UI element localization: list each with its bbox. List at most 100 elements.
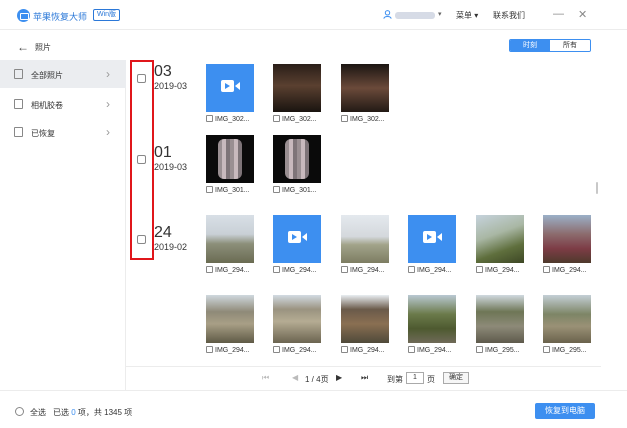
photo-thumbnail[interactable]	[273, 135, 321, 183]
select-all-radio[interactable]	[15, 407, 24, 416]
photo-thumbnail[interactable]	[273, 295, 321, 343]
photo-thumbnail[interactable]	[206, 215, 254, 263]
item-checkbox[interactable]	[273, 186, 280, 193]
win-version-badge: Win版	[93, 9, 121, 21]
app-logo-icon	[17, 9, 30, 22]
confirm-button[interactable]: 确定	[443, 372, 469, 384]
first-page-icon[interactable]: ⏮	[262, 373, 269, 383]
app-title: 苹果恢复大师	[33, 12, 88, 22]
video-icon	[221, 80, 234, 92]
title-bar: 苹果恢复大师 Win版 ▾ 菜单 ▾ 联系我们 — ✕	[0, 0, 627, 30]
filename: IMG_301...	[282, 187, 317, 194]
video-thumbnail[interactable]	[408, 215, 456, 263]
highlight-box	[130, 60, 154, 260]
filename: IMG_302...	[282, 116, 317, 123]
photo-thumbnail[interactable]	[476, 215, 524, 263]
sidebar-item-camera-roll[interactable]: 相机胶卷 ›	[0, 90, 126, 118]
footer: 全选 已选 0 项，共 1345 项 恢复到电脑	[0, 390, 627, 428]
photo-thumbnail[interactable]	[543, 295, 591, 343]
video-icon	[423, 231, 436, 243]
document-icon	[14, 69, 23, 79]
user-dropdown-icon[interactable]: ▾	[438, 10, 442, 18]
item-checkbox[interactable]	[476, 266, 483, 273]
filename: IMG_294...	[282, 347, 317, 354]
username-redacted[interactable]	[395, 12, 435, 19]
photo-thumbnail[interactable]	[206, 295, 254, 343]
item-checkbox[interactable]	[206, 115, 213, 122]
goto-label: 到第	[387, 375, 403, 384]
item-checkbox[interactable]	[273, 346, 280, 353]
thumbnail-caption: IMG_302...	[341, 115, 385, 123]
chevron-right-icon: ›	[106, 125, 110, 139]
photo-thumbnail[interactable]	[341, 64, 389, 112]
last-page-icon[interactable]: ⏭	[361, 373, 368, 383]
item-checkbox[interactable]	[341, 115, 348, 122]
photo-thumbnail[interactable]	[273, 64, 321, 112]
photo-thumbnail[interactable]	[206, 135, 254, 183]
blurred-face	[285, 139, 309, 179]
recover-to-computer-button[interactable]: 恢复到电脑	[535, 403, 595, 419]
thumbnail-caption: IMG_294...	[476, 266, 520, 274]
item-checkbox[interactable]	[408, 266, 415, 273]
sidebar-item-all-photos[interactable]: 全部照片 ›	[0, 60, 126, 88]
menu-button[interactable]: 菜单 ▾	[456, 10, 478, 21]
item-checkbox[interactable]	[476, 346, 483, 353]
tab-moments[interactable]: 时刻	[510, 40, 550, 51]
thumbnail-caption: IMG_294...	[408, 346, 452, 354]
page-input[interactable]: 1	[406, 372, 424, 384]
photo-thumbnail[interactable]	[341, 295, 389, 343]
photo-thumbnail[interactable]	[341, 215, 389, 263]
item-checkbox[interactable]	[408, 346, 415, 353]
group-month: 2019-02	[154, 242, 188, 252]
select-all-label[interactable]: 全选	[30, 407, 46, 418]
page-suffix: 页	[427, 375, 435, 384]
tab-all[interactable]: 所有	[550, 40, 590, 51]
page-info: 1 / 4页	[305, 375, 329, 384]
video-camera-icon	[235, 82, 240, 90]
pagination: ⏮ ◀ 1 / 4页 ▶ ⏭ 到第 1 页 确定	[126, 366, 601, 390]
prev-page-icon[interactable]: ◀	[292, 373, 298, 382]
next-page-icon[interactable]: ▶	[336, 373, 342, 382]
page-title: 照片	[35, 43, 51, 52]
filename: IMG_295...	[485, 347, 520, 354]
item-checkbox[interactable]	[543, 346, 550, 353]
sidebar-item-recovered[interactable]: 已恢复 ›	[0, 118, 126, 146]
minimize-button[interactable]: —	[553, 8, 564, 20]
contact-us-button[interactable]: 联系我们	[493, 10, 525, 21]
filename: IMG_294...	[215, 347, 250, 354]
close-button[interactable]: ✕	[578, 8, 587, 21]
item-checkbox[interactable]	[206, 186, 213, 193]
chevron-right-icon: ›	[106, 97, 110, 111]
chevron-right-icon: ›	[106, 67, 110, 81]
selected-suffix: 项，共 1345 项	[77, 408, 133, 417]
video-camera-icon	[302, 233, 307, 241]
group-day: 01	[154, 144, 172, 161]
item-checkbox[interactable]	[206, 266, 213, 273]
video-thumbnail[interactable]	[206, 64, 254, 112]
filename: IMG_294...	[215, 267, 250, 274]
group-day: 03	[154, 63, 172, 80]
user-icon[interactable]	[383, 10, 392, 19]
video-thumbnail[interactable]	[273, 215, 321, 263]
thumbnail-caption: IMG_294...	[341, 346, 385, 354]
blurred-face	[218, 139, 242, 179]
photo-thumbnail[interactable]	[543, 215, 591, 263]
item-checkbox[interactable]	[206, 346, 213, 353]
item-checkbox[interactable]	[341, 266, 348, 273]
filename: IMG_294...	[282, 267, 317, 274]
thumbnail-caption: IMG_301...	[273, 186, 317, 194]
item-checkbox[interactable]	[273, 266, 280, 273]
thumbnail-caption: IMG_294...	[543, 266, 587, 274]
item-checkbox[interactable]	[341, 346, 348, 353]
item-checkbox[interactable]	[543, 266, 550, 273]
item-checkbox[interactable]	[273, 115, 280, 122]
image-icon	[14, 99, 23, 109]
video-camera-icon	[437, 233, 442, 241]
thumbnail-caption: IMG_294...	[341, 266, 385, 274]
scrollbar[interactable]	[596, 182, 598, 194]
filename: IMG_302...	[350, 116, 385, 123]
back-arrow-icon[interactable]: ←	[17, 40, 29, 54]
sidebar-item-label: 相机胶卷	[31, 101, 63, 110]
photo-thumbnail[interactable]	[408, 295, 456, 343]
photo-thumbnail[interactable]	[476, 295, 524, 343]
